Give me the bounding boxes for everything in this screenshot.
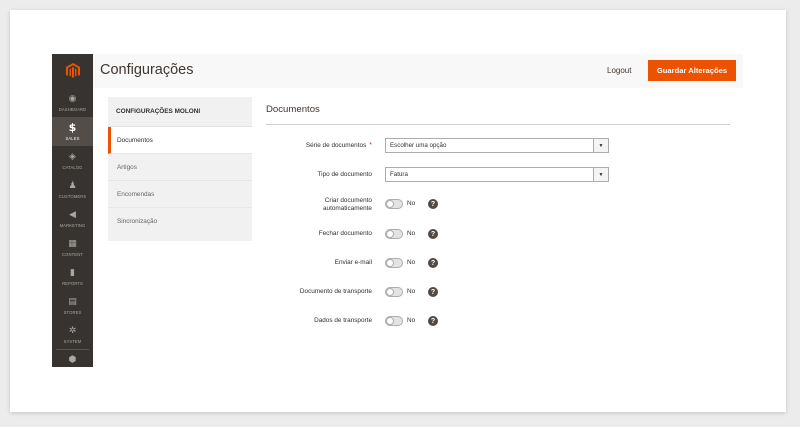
chevron-down-icon: ▼: [593, 139, 608, 152]
fechar-toggle[interactable]: [385, 229, 403, 239]
criar-label-line1: Criar documento: [324, 197, 372, 204]
help-icon[interactable]: ?: [428, 258, 438, 268]
magento-logo[interactable]: [52, 54, 93, 88]
help-icon[interactable]: ?: [428, 316, 438, 326]
store-icon: ▤: [68, 297, 77, 307]
criar-label-line2: automaticamente: [322, 205, 372, 212]
email-label: Enviar e-mail: [334, 259, 372, 266]
fechar-label: Fechar documento: [318, 230, 372, 237]
nav-stores[interactable]: ▤ STORES: [52, 291, 93, 320]
person-icon: ♟: [68, 181, 77, 191]
bar-chart-icon: ▮: [70, 268, 75, 278]
dados-transporte-toggle[interactable]: [385, 316, 403, 326]
nav-sales[interactable]: $ SALES: [52, 117, 93, 146]
nav-system[interactable]: ✲ SYSTEM: [52, 320, 93, 349]
doc-transporte-toggle-value: No: [407, 288, 416, 295]
tab-sincronizacao[interactable]: Sincronização: [108, 208, 252, 235]
tipo-select[interactable]: Fatura ▼: [385, 167, 609, 182]
toggle-knob: [386, 230, 394, 238]
nav-marketing[interactable]: ◀ MARKETING: [52, 204, 93, 233]
nav-content-label: CONTENT: [62, 251, 83, 257]
nav-reports-label: REPORTS: [62, 280, 83, 286]
nav-catalog[interactable]: ◈ CATALOG: [52, 146, 93, 175]
config-tabs-title: CONFIGURAÇÕES MOLONI: [108, 97, 252, 127]
megaphone-icon: ◀: [69, 210, 76, 220]
config-tabs: CONFIGURAÇÕES MOLONI Documentos Artigos …: [108, 97, 252, 241]
nav-content[interactable]: ▦ CONTENT: [52, 233, 93, 262]
page-header: Configurações Logout Guardar Alterações: [93, 54, 743, 88]
criar-label: Criar documento automaticamente: [266, 197, 372, 213]
magento-logo-icon: [65, 63, 80, 78]
tipo-label: Tipo de documento: [317, 171, 372, 178]
criar-toggle-value: No: [407, 200, 416, 207]
page-title: Configurações: [100, 62, 194, 78]
nav-customers[interactable]: ♟ CUSTOMERS: [52, 175, 93, 204]
tab-documentos[interactable]: Documentos: [108, 127, 252, 154]
fechar-toggle-value: No: [407, 230, 416, 237]
box-icon: ◈: [69, 152, 76, 162]
nav-extensions[interactable]: ⬢: [52, 350, 93, 370]
dashboard-icon: ◉: [68, 94, 77, 104]
chevron-down-icon: ▼: [593, 168, 608, 181]
dollar-icon: $: [68, 121, 77, 134]
nav-stores-label: STORES: [63, 309, 82, 315]
nav-dashboard[interactable]: ◉ DASHBOARD: [52, 88, 93, 117]
tipo-select-value: Fatura: [390, 171, 408, 178]
toggle-knob: [386, 288, 394, 296]
gear-icon: ✲: [68, 326, 77, 336]
nav-sales-label: SALES: [65, 135, 80, 141]
help-icon[interactable]: ?: [428, 229, 438, 239]
layout-icon: ▦: [68, 239, 77, 249]
nav-marketing-label: MARKETING: [59, 222, 86, 228]
nav-customers-label: CUSTOMERS: [58, 193, 87, 199]
toggle-knob: [386, 259, 394, 267]
criar-toggle[interactable]: [385, 199, 403, 209]
nav-reports[interactable]: ▮ REPORTS: [52, 262, 93, 291]
help-icon[interactable]: ?: [428, 287, 438, 297]
section-title: Documentos: [266, 104, 320, 115]
nav-catalog-label: CATALOG: [62, 164, 83, 170]
serie-label: Série de documentos *: [266, 142, 372, 150]
serie-label-text: Série de documentos: [305, 142, 367, 149]
toggle-knob: [386, 200, 394, 208]
admin-sidebar: ◉ DASHBOARD $ SALES ◈ CATALOG ♟ CUSTOMER…: [52, 54, 93, 367]
logout-link[interactable]: Logout: [607, 66, 631, 75]
nav-system-label: SYSTEM: [63, 338, 82, 344]
save-button[interactable]: Guardar Alterações: [648, 60, 736, 81]
help-icon[interactable]: ?: [428, 199, 438, 209]
toggle-knob: [386, 317, 394, 325]
nav-dashboard-label: DASHBOARD: [58, 106, 87, 112]
dados-transporte-label: Dados de transporte: [314, 317, 372, 324]
serie-select[interactable]: Escolher uma opção ▼: [385, 138, 609, 153]
doc-transporte-toggle[interactable]: [385, 287, 403, 297]
hexagon-icon: ⬢: [68, 355, 77, 365]
email-toggle[interactable]: [385, 258, 403, 268]
dados-transporte-toggle-value: No: [407, 317, 416, 324]
section-divider: [266, 124, 730, 125]
email-toggle-value: No: [407, 259, 416, 266]
tab-artigos[interactable]: Artigos: [108, 154, 252, 181]
tab-encomendas[interactable]: Encomendas: [108, 181, 252, 208]
doc-transporte-label: Documento de transporte: [299, 288, 372, 295]
required-marker: *: [369, 142, 372, 149]
serie-select-value: Escolher uma opção: [390, 142, 447, 149]
